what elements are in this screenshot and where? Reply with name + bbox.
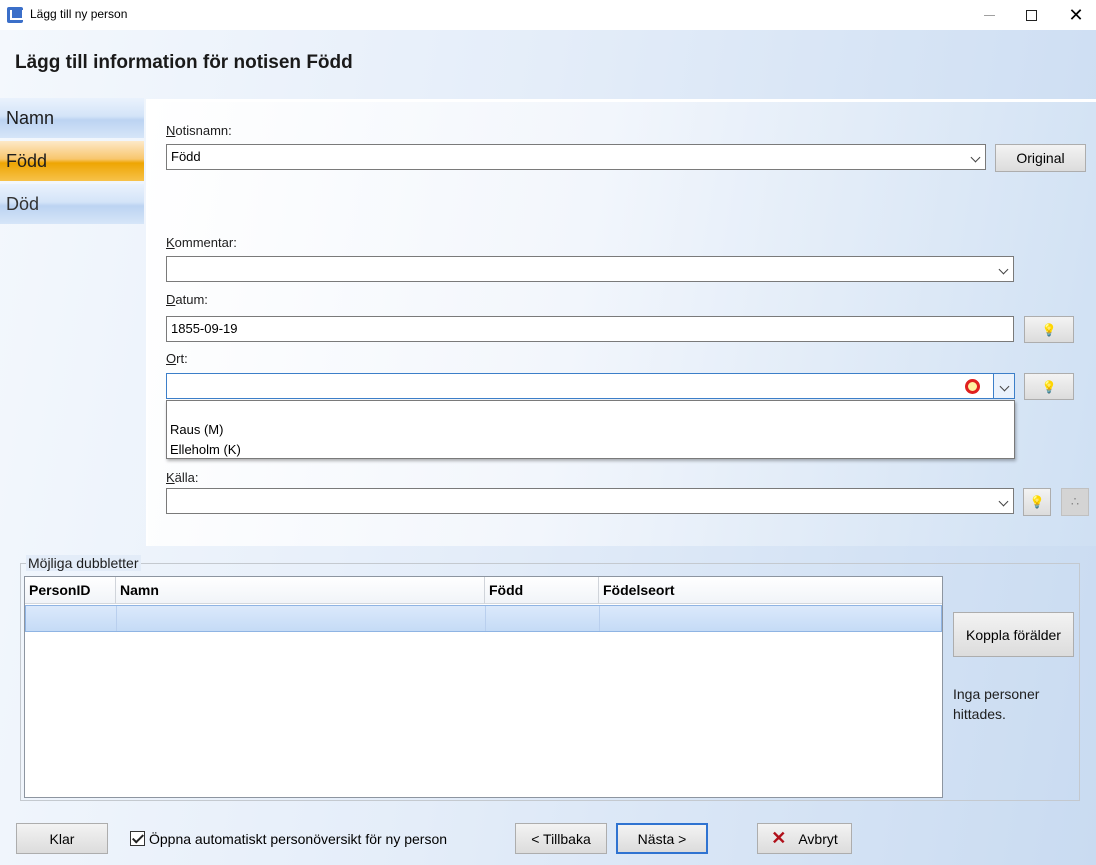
window-title: Lägg till ny person <box>30 7 128 21</box>
table-cell <box>26 606 117 631</box>
kommentar-combobox[interactable] <box>166 256 1014 282</box>
ort-dropdown-list: Raus (M) Elleholm (K) <box>166 400 1015 459</box>
kalla-label: Källa: <box>166 470 199 485</box>
table-cell <box>117 606 486 631</box>
chevron-down-icon[interactable] <box>998 264 1009 275</box>
done-button[interactable]: Klar <box>16 823 108 854</box>
cancel-icon: ✕ <box>771 828 787 848</box>
chevron-down-icon <box>999 381 1010 392</box>
lightbulb-icon: 💡 <box>1041 322 1057 337</box>
lightbulb-icon: 💡 <box>1029 495 1045 509</box>
nav-item-fodd[interactable]: Född <box>0 141 144 181</box>
datum-value: 1855-09-19 <box>171 321 238 336</box>
table-header: PersonID Namn Född Födelseort <box>25 577 942 604</box>
kalla-suggest-button[interactable]: 💡 <box>1023 488 1051 516</box>
cancel-button[interactable]: ✕ Avbryt <box>757 823 852 854</box>
notisnamn-combobox[interactable]: Född <box>166 144 986 170</box>
maximize-button[interactable] <box>1008 0 1054 30</box>
ort-option[interactable]: Raus (M) <box>170 422 223 437</box>
table-row[interactable] <box>25 605 942 632</box>
ort-label: Ort: <box>166 351 188 366</box>
table-cell <box>486 606 600 631</box>
minimize-button[interactable] <box>966 0 1012 30</box>
link-parent-button[interactable]: Koppla förälder <box>953 612 1074 657</box>
maximize-icon <box>1025 9 1037 21</box>
column-header-personid[interactable]: PersonID <box>25 577 116 604</box>
app-icon <box>7 7 24 23</box>
close-icon: ✕ <box>1068 5 1084 25</box>
ort-suggest-button[interactable]: 💡 <box>1024 373 1074 400</box>
original-button[interactable]: Original <box>995 144 1086 172</box>
ort-dropdown-button[interactable] <box>993 374 1014 398</box>
chevron-down-icon[interactable] <box>970 152 981 163</box>
column-header-fodd[interactable]: Född <box>485 577 599 604</box>
ort-combobox[interactable] <box>166 373 1015 399</box>
datum-input[interactable]: 1855-09-19 <box>166 316 1014 342</box>
notisnamn-value: Född <box>171 149 201 164</box>
datum-suggest-button[interactable]: 💡 <box>1024 316 1074 343</box>
kalla-footprint-button[interactable]: ∴ <box>1061 488 1089 516</box>
nav-item-dod[interactable]: Död <box>0 184 144 224</box>
back-button[interactable]: < Tillbaka <box>515 823 607 854</box>
chevron-down-icon[interactable] <box>998 496 1009 507</box>
kalla-combobox[interactable] <box>166 488 1014 514</box>
duplicates-legend: Möjliga dubbletter <box>26 555 141 571</box>
no-persons-text: Inga personer hittades. <box>953 686 1040 722</box>
notisnamn-label: Notisnamn: <box>166 123 232 138</box>
page-title: Lägg till information för notisen Född <box>15 52 353 73</box>
auto-open-checkbox[interactable] <box>130 831 145 846</box>
datum-label: Datum: <box>166 292 208 307</box>
title-bar <box>0 0 1096 30</box>
next-button[interactable]: Nästa > <box>616 823 708 854</box>
column-header-namn[interactable]: Namn <box>116 577 485 604</box>
minimize-icon <box>983 14 995 16</box>
ort-option[interactable]: Elleholm (K) <box>170 442 241 457</box>
close-button[interactable]: ✕ <box>1053 0 1096 30</box>
duplicates-table[interactable]: PersonID Namn Född Födelseort <box>24 576 943 798</box>
cancel-label: Avbryt <box>798 830 838 847</box>
column-header-fodelseort[interactable]: Födelseort <box>599 577 942 604</box>
kommentar-label: Kommentar: <box>166 235 237 250</box>
footprints-icon: ∴ <box>1070 494 1080 509</box>
map-marker-icon <box>965 379 980 394</box>
auto-open-label[interactable]: Öppna automatiskt personöversikt för ny … <box>149 831 447 847</box>
lightbulb-icon: 💡 <box>1041 379 1057 394</box>
nav-item-namn[interactable]: Namn <box>0 98 144 138</box>
